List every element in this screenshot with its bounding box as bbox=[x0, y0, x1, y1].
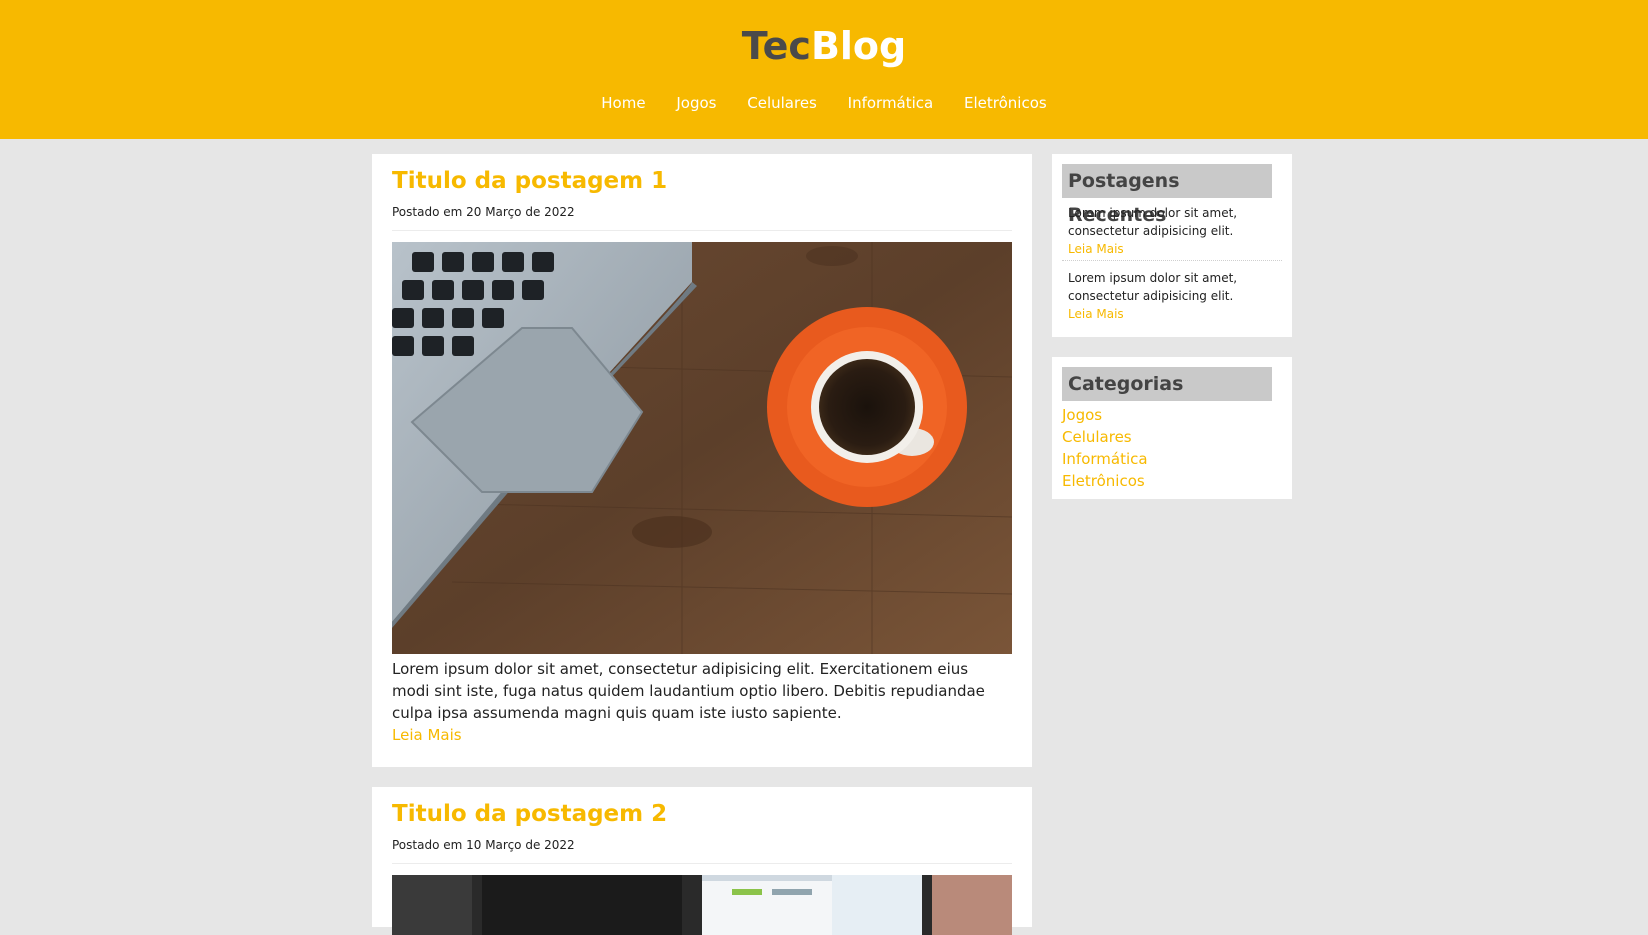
post-image-laptop-screen bbox=[392, 875, 1012, 935]
read-more-link[interactable]: Leia Mais bbox=[392, 726, 462, 744]
post-divider bbox=[392, 863, 1012, 864]
post-date: Postado em 20 Março de 2022 bbox=[392, 205, 575, 219]
read-more-link[interactable]: Leia Mais bbox=[1068, 305, 1282, 323]
recent-post-text: Lorem ipsum dolor sit amet, consectetur … bbox=[1068, 271, 1238, 303]
main-nav: Home Jogos Celulares Informática Eletrôn… bbox=[0, 94, 1648, 112]
category-link-celulares[interactable]: Celulares bbox=[1062, 428, 1132, 446]
post-title[interactable]: Titulo da postagem 1 bbox=[392, 168, 667, 194]
post-read-more-wrap: Leia Mais bbox=[392, 726, 462, 744]
site-header: TecBlog Home Jogos Celulares Informática… bbox=[0, 0, 1648, 139]
logo-blog: Blog bbox=[810, 24, 907, 68]
read-more-link[interactable]: Leia Mais bbox=[1068, 240, 1282, 258]
category-link-informatica[interactable]: Informática bbox=[1062, 450, 1148, 468]
post-excerpt: Lorem ipsum dolor sit amet, consectetur … bbox=[392, 660, 985, 722]
nav-home[interactable]: Home bbox=[601, 94, 645, 112]
category-item: Jogos bbox=[1062, 404, 1148, 426]
category-item: Celulares bbox=[1062, 426, 1148, 448]
post-divider bbox=[392, 230, 1012, 231]
logo-tec: Tec bbox=[741, 24, 811, 68]
nav-eletronicos[interactable]: Eletrônicos bbox=[964, 94, 1047, 112]
nav-jogos[interactable]: Jogos bbox=[676, 94, 716, 112]
recent-posts-widget: Postagens Recentes Lorem ipsum dolor sit… bbox=[1052, 154, 1292, 337]
category-item: Eletrônicos bbox=[1062, 470, 1148, 492]
post-card: Titulo da postagem 2 Postado em 10 Março… bbox=[372, 787, 1032, 935]
widget-title: Postagens Recentes bbox=[1062, 164, 1272, 226]
recent-post-item: Lorem ipsum dolor sit amet, consectetur … bbox=[1062, 269, 1282, 323]
categories-widget: Categorias Jogos Celulares Informática E… bbox=[1052, 357, 1292, 499]
nav-informatica[interactable]: Informática bbox=[848, 94, 934, 112]
recent-post-item: Lorem ipsum dolor sit amet, consectetur … bbox=[1062, 204, 1282, 261]
site-logo[interactable]: TecBlog bbox=[0, 24, 1648, 68]
category-link-eletronicos[interactable]: Eletrônicos bbox=[1062, 472, 1145, 490]
category-item: Informática bbox=[1062, 448, 1148, 470]
post-image-laptop-coffee bbox=[392, 242, 1012, 654]
recent-post-text: Lorem ipsum dolor sit amet, consectetur … bbox=[1068, 206, 1238, 238]
post-title[interactable]: Titulo da postagem 2 bbox=[392, 801, 667, 827]
post-card: Titulo da postagem 1 Postado em 20 Março… bbox=[372, 154, 1032, 767]
category-list: Jogos Celulares Informática Eletrônicos bbox=[1062, 404, 1148, 492]
widget-title: Categorias bbox=[1062, 367, 1272, 401]
post-date: Postado em 10 Março de 2022 bbox=[392, 838, 575, 852]
nav-celulares[interactable]: Celulares bbox=[747, 94, 817, 112]
category-link-jogos[interactable]: Jogos bbox=[1062, 406, 1102, 424]
